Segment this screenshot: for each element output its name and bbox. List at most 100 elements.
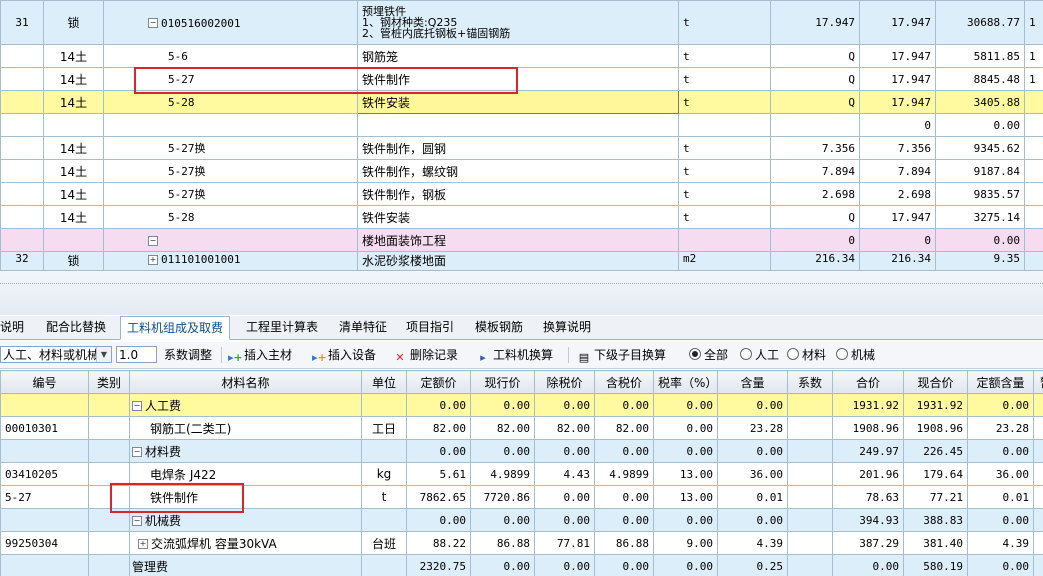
- item-row[interactable]: 14土 5-28 铁件安装 t Q 17.947 3275.14: [0, 205, 1043, 229]
- resource-value-cell[interactable]: 0.00: [470, 508, 535, 532]
- resource-unit-cell[interactable]: 台班: [361, 531, 407, 555]
- resource-value-cell[interactable]: 0.00: [406, 393, 471, 417]
- resource-row[interactable]: 99250304 + 交流弧焊机 容量30kVA 台班 88.22 86.88 77.81 8…: [0, 531, 1043, 555]
- resource-value-cell[interactable]: 226.45: [903, 439, 968, 463]
- extra-cell[interactable]: [1024, 251, 1043, 270]
- resource-code-cell[interactable]: 5-27: [0, 485, 89, 509]
- item-row[interactable]: 14土 5-28 铁件安装 t Q 17.947 3405.88: [0, 90, 1043, 114]
- material-name-cell[interactable]: − 机械费: [129, 508, 362, 532]
- material-name-cell[interactable]: − 人工费: [129, 393, 362, 417]
- item-row[interactable]: − 楼地面装饰工程 0 0 0.00: [0, 228, 1043, 252]
- name-cell[interactable]: [357, 113, 679, 137]
- resource-code-cell[interactable]: [0, 508, 89, 532]
- unit-price-cell[interactable]: 9345.62: [935, 136, 1025, 160]
- unit-price-cell[interactable]: 30688.77: [935, 0, 1025, 45]
- resource-type-cell[interactable]: [88, 508, 130, 532]
- resource-value-cell[interactable]: 387.29: [832, 531, 904, 555]
- unit-price-cell[interactable]: 0.00: [935, 113, 1025, 137]
- resource-value-cell[interactable]: 4.39: [967, 531, 1034, 555]
- resource-value-cell[interactable]: 4.43: [534, 462, 595, 486]
- resource-type-cell[interactable]: [88, 416, 130, 440]
- resource-type-cell[interactable]: [88, 462, 130, 486]
- name-cell[interactable]: 楼地面装饰工程: [357, 228, 679, 252]
- quantity-cell[interactable]: 7.894: [859, 159, 936, 183]
- unit-cell[interactable]: t: [678, 205, 771, 229]
- resource-value-cell[interactable]: 381.40: [903, 531, 968, 555]
- resource-value-cell[interactable]: 1908.96: [903, 416, 968, 440]
- resource-value-cell[interactable]: 1931.92: [903, 393, 968, 417]
- resource-row[interactable]: − 机械费 0.00 0.00 0.00 0.00 0.00 0.00 394.93 388.83…: [0, 508, 1043, 532]
- category-cell[interactable]: 14土: [43, 90, 104, 114]
- factor-input[interactable]: 1.0: [116, 346, 157, 363]
- resource-value-cell[interactable]: [787, 393, 833, 417]
- quantity-expression-cell[interactable]: 0: [770, 228, 860, 252]
- quantity-cell[interactable]: 7.356: [859, 136, 936, 160]
- resource-code-cell[interactable]: [0, 554, 89, 576]
- insert-main-material-button[interactable]: ▸+插入主材: [228, 347, 292, 364]
- resource-value-cell[interactable]: 394.93: [832, 508, 904, 532]
- unit-cell[interactable]: [678, 113, 771, 137]
- extra-cell[interactable]: 1: [1024, 44, 1043, 68]
- item-grid[interactable]: 31 锁 −010516002001 预埋铁件 1、钢材种类:Q235 2、管桩内底托钢板…: [0, 0, 1043, 270]
- unit-cell[interactable]: t: [678, 67, 771, 91]
- column-header[interactable]: 税率（%）: [653, 370, 718, 394]
- resource-value-cell[interactable]: 13.00: [653, 462, 718, 486]
- resource-value-cell[interactable]: [787, 531, 833, 555]
- insert-equipment-button[interactable]: ▸+插入设备: [312, 347, 376, 364]
- resource-value-cell[interactable]: [787, 462, 833, 486]
- tab-mix-replace[interactable]: 配合比替换: [46, 316, 106, 338]
- material-name-cell[interactable]: 铁件制作: [129, 485, 362, 509]
- resource-value-cell[interactable]: 0.00: [470, 393, 535, 417]
- resource-value-cell[interactable]: 0.00: [594, 485, 654, 509]
- resource-value-cell[interactable]: 0.00: [534, 554, 595, 576]
- resource-type-cell[interactable]: [88, 439, 130, 463]
- category-cell[interactable]: 14土: [43, 205, 104, 229]
- unit-cell[interactable]: t: [678, 136, 771, 160]
- quantity-cell[interactable]: 17.947: [859, 205, 936, 229]
- category-cell[interactable]: 锁: [43, 251, 104, 270]
- extra-cell[interactable]: [1024, 159, 1043, 183]
- category-cell[interactable]: 14土: [43, 67, 104, 91]
- material-name-cell[interactable]: − 材料费: [129, 439, 362, 463]
- resource-value-cell[interactable]: 23.28: [717, 416, 788, 440]
- unit-cell[interactable]: t: [678, 159, 771, 183]
- resource-value-cell[interactable]: 0.00: [470, 439, 535, 463]
- tab-quantity-calc[interactable]: 工程里计算表: [246, 316, 318, 338]
- row-number-cell[interactable]: [0, 90, 44, 114]
- column-header[interactable]: 单位: [361, 370, 407, 394]
- extra-cell[interactable]: [1024, 205, 1043, 229]
- unit-price-cell[interactable]: 3405.88: [935, 90, 1025, 114]
- extra-cell[interactable]: [1024, 136, 1043, 160]
- resource-unit-cell[interactable]: [361, 393, 407, 417]
- resource-value-cell[interactable]: 36.00: [967, 462, 1034, 486]
- chevron-down-icon[interactable]: ▼: [96, 347, 111, 362]
- resource-value-cell[interactable]: 179.64: [903, 462, 968, 486]
- expand-icon[interactable]: +: [148, 254, 158, 265]
- resource-value-cell[interactable]: 0.00: [967, 439, 1034, 463]
- name-cell[interactable]: 铁件制作，螺纹钢: [357, 159, 679, 183]
- resource-value-cell[interactable]: 88.22: [406, 531, 471, 555]
- unit-cell[interactable]: m2: [678, 251, 771, 270]
- quantity-cell[interactable]: 216.34: [859, 251, 936, 270]
- quantity-expression-cell[interactable]: 7.894: [770, 159, 860, 183]
- resource-type-cell[interactable]: [88, 393, 130, 417]
- resource-value-cell[interactable]: 0.00: [967, 508, 1034, 532]
- column-header[interactable]: 编号: [0, 370, 89, 394]
- material-name-cell[interactable]: 电焊条 J422: [129, 462, 362, 486]
- resource-row[interactable]: − 人工费 0.00 0.00 0.00 0.00 0.00 0.00 1931.92 1931.…: [0, 393, 1043, 417]
- resource-value-cell[interactable]: 0.00: [832, 554, 904, 576]
- quantity-expression-cell[interactable]: 216.34: [770, 251, 860, 270]
- column-header[interactable]: 含量: [717, 370, 788, 394]
- item-row[interactable]: 14土 5-27换 铁件制作，钢板 t 2.698 2.698 9835.57: [0, 182, 1043, 206]
- material-name-cell[interactable]: 管理费: [129, 554, 362, 576]
- resource-code-cell[interactable]: 03410205: [0, 462, 89, 486]
- unit-price-cell[interactable]: 8845.48: [935, 67, 1025, 91]
- resource-value-cell[interactable]: 4.9899: [594, 462, 654, 486]
- resource-type-cell[interactable]: [88, 554, 130, 576]
- column-header[interactable]: 定额价: [406, 370, 471, 394]
- item-row[interactable]: 31 锁 −010516002001 预埋铁件 1、钢材种类:Q235 2、管桩内底托钢板…: [0, 0, 1043, 45]
- unit-cell[interactable]: t: [678, 0, 771, 45]
- resource-value-cell[interactable]: 0.00: [653, 508, 718, 532]
- resource-grid[interactable]: 编号 类别 材料名称 单位 定额价 现行价 除税价 含税价 税率（%） 含量 系数 合价 现合价 定额含量…: [0, 370, 1043, 576]
- resource-value-cell[interactable]: 82.00: [534, 416, 595, 440]
